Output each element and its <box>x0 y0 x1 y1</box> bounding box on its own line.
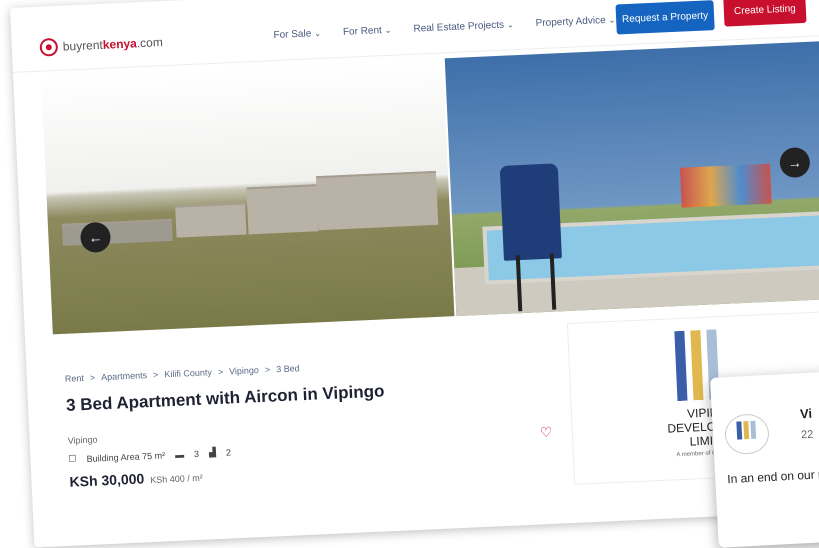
main-menu: For Sale ⌄ For Rent ⌄ Real Estate Projects… <box>273 15 615 42</box>
arrow-left-icon: ← <box>88 229 103 246</box>
building-shape <box>315 170 439 231</box>
bathrooms-count: 2 <box>225 446 232 458</box>
listing-specs: ☐ Building Area 75 m² ▬ 3 ▟ 2 <box>68 446 231 464</box>
area-icon: ☐ <box>68 453 77 464</box>
arrow-right-icon: → <box>787 154 803 171</box>
chevron-down-icon: ⌄ <box>506 20 514 30</box>
signboard <box>499 163 562 261</box>
gallery-next-button[interactable]: → <box>779 146 811 179</box>
playground <box>679 163 772 208</box>
popup-developer-name: Vi <box>799 405 813 422</box>
building-shape <box>61 218 173 246</box>
site-logo[interactable]: buyrent kenya .com <box>39 33 163 57</box>
listing-price: KSh 30,000 KSh 400 / m² <box>69 468 203 490</box>
favorite-heart-icon[interactable]: ♡ <box>539 424 552 442</box>
logo-text-3: .com <box>136 35 164 51</box>
menu-property-advice[interactable]: Property Advice ⌄ <box>535 15 616 29</box>
request-property-button[interactable]: Request a Property <box>615 0 715 35</box>
menu-real-estate-projects[interactable]: Real Estate Projects ⌄ <box>413 19 514 35</box>
bedrooms-count: 3 <box>193 448 200 459</box>
popup-description: In an end on our p <box>726 467 819 487</box>
listing-page: buyrent kenya .com For Sale ⌄ For Rent ⌄ Rea… <box>10 0 819 548</box>
breadcrumb-item[interactable]: 3 Bed <box>276 363 300 374</box>
create-listing-button[interactable]: Create Listing <box>723 0 807 27</box>
logo-text-2: kenya <box>102 36 138 52</box>
bed-icon: ▬ <box>174 449 185 460</box>
chevron-down-icon: ⌄ <box>314 28 322 39</box>
chevron-right-icon: > <box>152 369 159 380</box>
listing-title: 3 Bed Apartment with Aircon in Vipingo <box>65 381 385 415</box>
menu-for-sale[interactable]: For Sale ⌄ <box>273 28 321 41</box>
developer-popup[interactable]: Vi 22 In an end on our p <box>710 369 819 548</box>
price-value: KSh 30,000 <box>69 470 145 490</box>
chevron-right-icon: > <box>264 364 271 375</box>
developer-logo-icon <box>723 413 771 456</box>
menu-for-rent[interactable]: For Rent ⌄ <box>343 25 392 38</box>
building-area: Building Area 75 m² <box>86 449 166 464</box>
logo-text-1: buyrent <box>62 37 104 54</box>
chevron-down-icon: ⌄ <box>384 25 392 36</box>
building-shape <box>246 184 319 235</box>
listing-location: Vipingo <box>67 434 98 446</box>
gallery-prev-button[interactable]: ← <box>79 221 112 254</box>
chevron-right-icon: > <box>89 372 96 383</box>
location-pin-icon <box>39 37 59 57</box>
popup-date: 22 <box>800 428 814 442</box>
bath-icon: ▟ <box>208 447 217 458</box>
listing-photo-1[interactable]: ← <box>41 58 455 335</box>
breadcrumb-item[interactable]: Apartments <box>101 370 147 382</box>
breadcrumb-item[interactable]: Rent <box>65 373 84 384</box>
breadcrumb-item[interactable]: Kilifi County <box>164 367 212 379</box>
chevron-right-icon: > <box>217 366 224 377</box>
price-per-area: KSh 400 / m² <box>150 472 203 486</box>
chevron-down-icon: ⌄ <box>608 15 616 25</box>
building-shape <box>175 202 247 238</box>
listing-photo-2[interactable]: → <box>444 40 819 317</box>
breadcrumb: Rent > Apartments > Kilifi County > Vipingo… <box>65 363 300 384</box>
breadcrumb-item[interactable]: Vipingo <box>229 365 259 376</box>
